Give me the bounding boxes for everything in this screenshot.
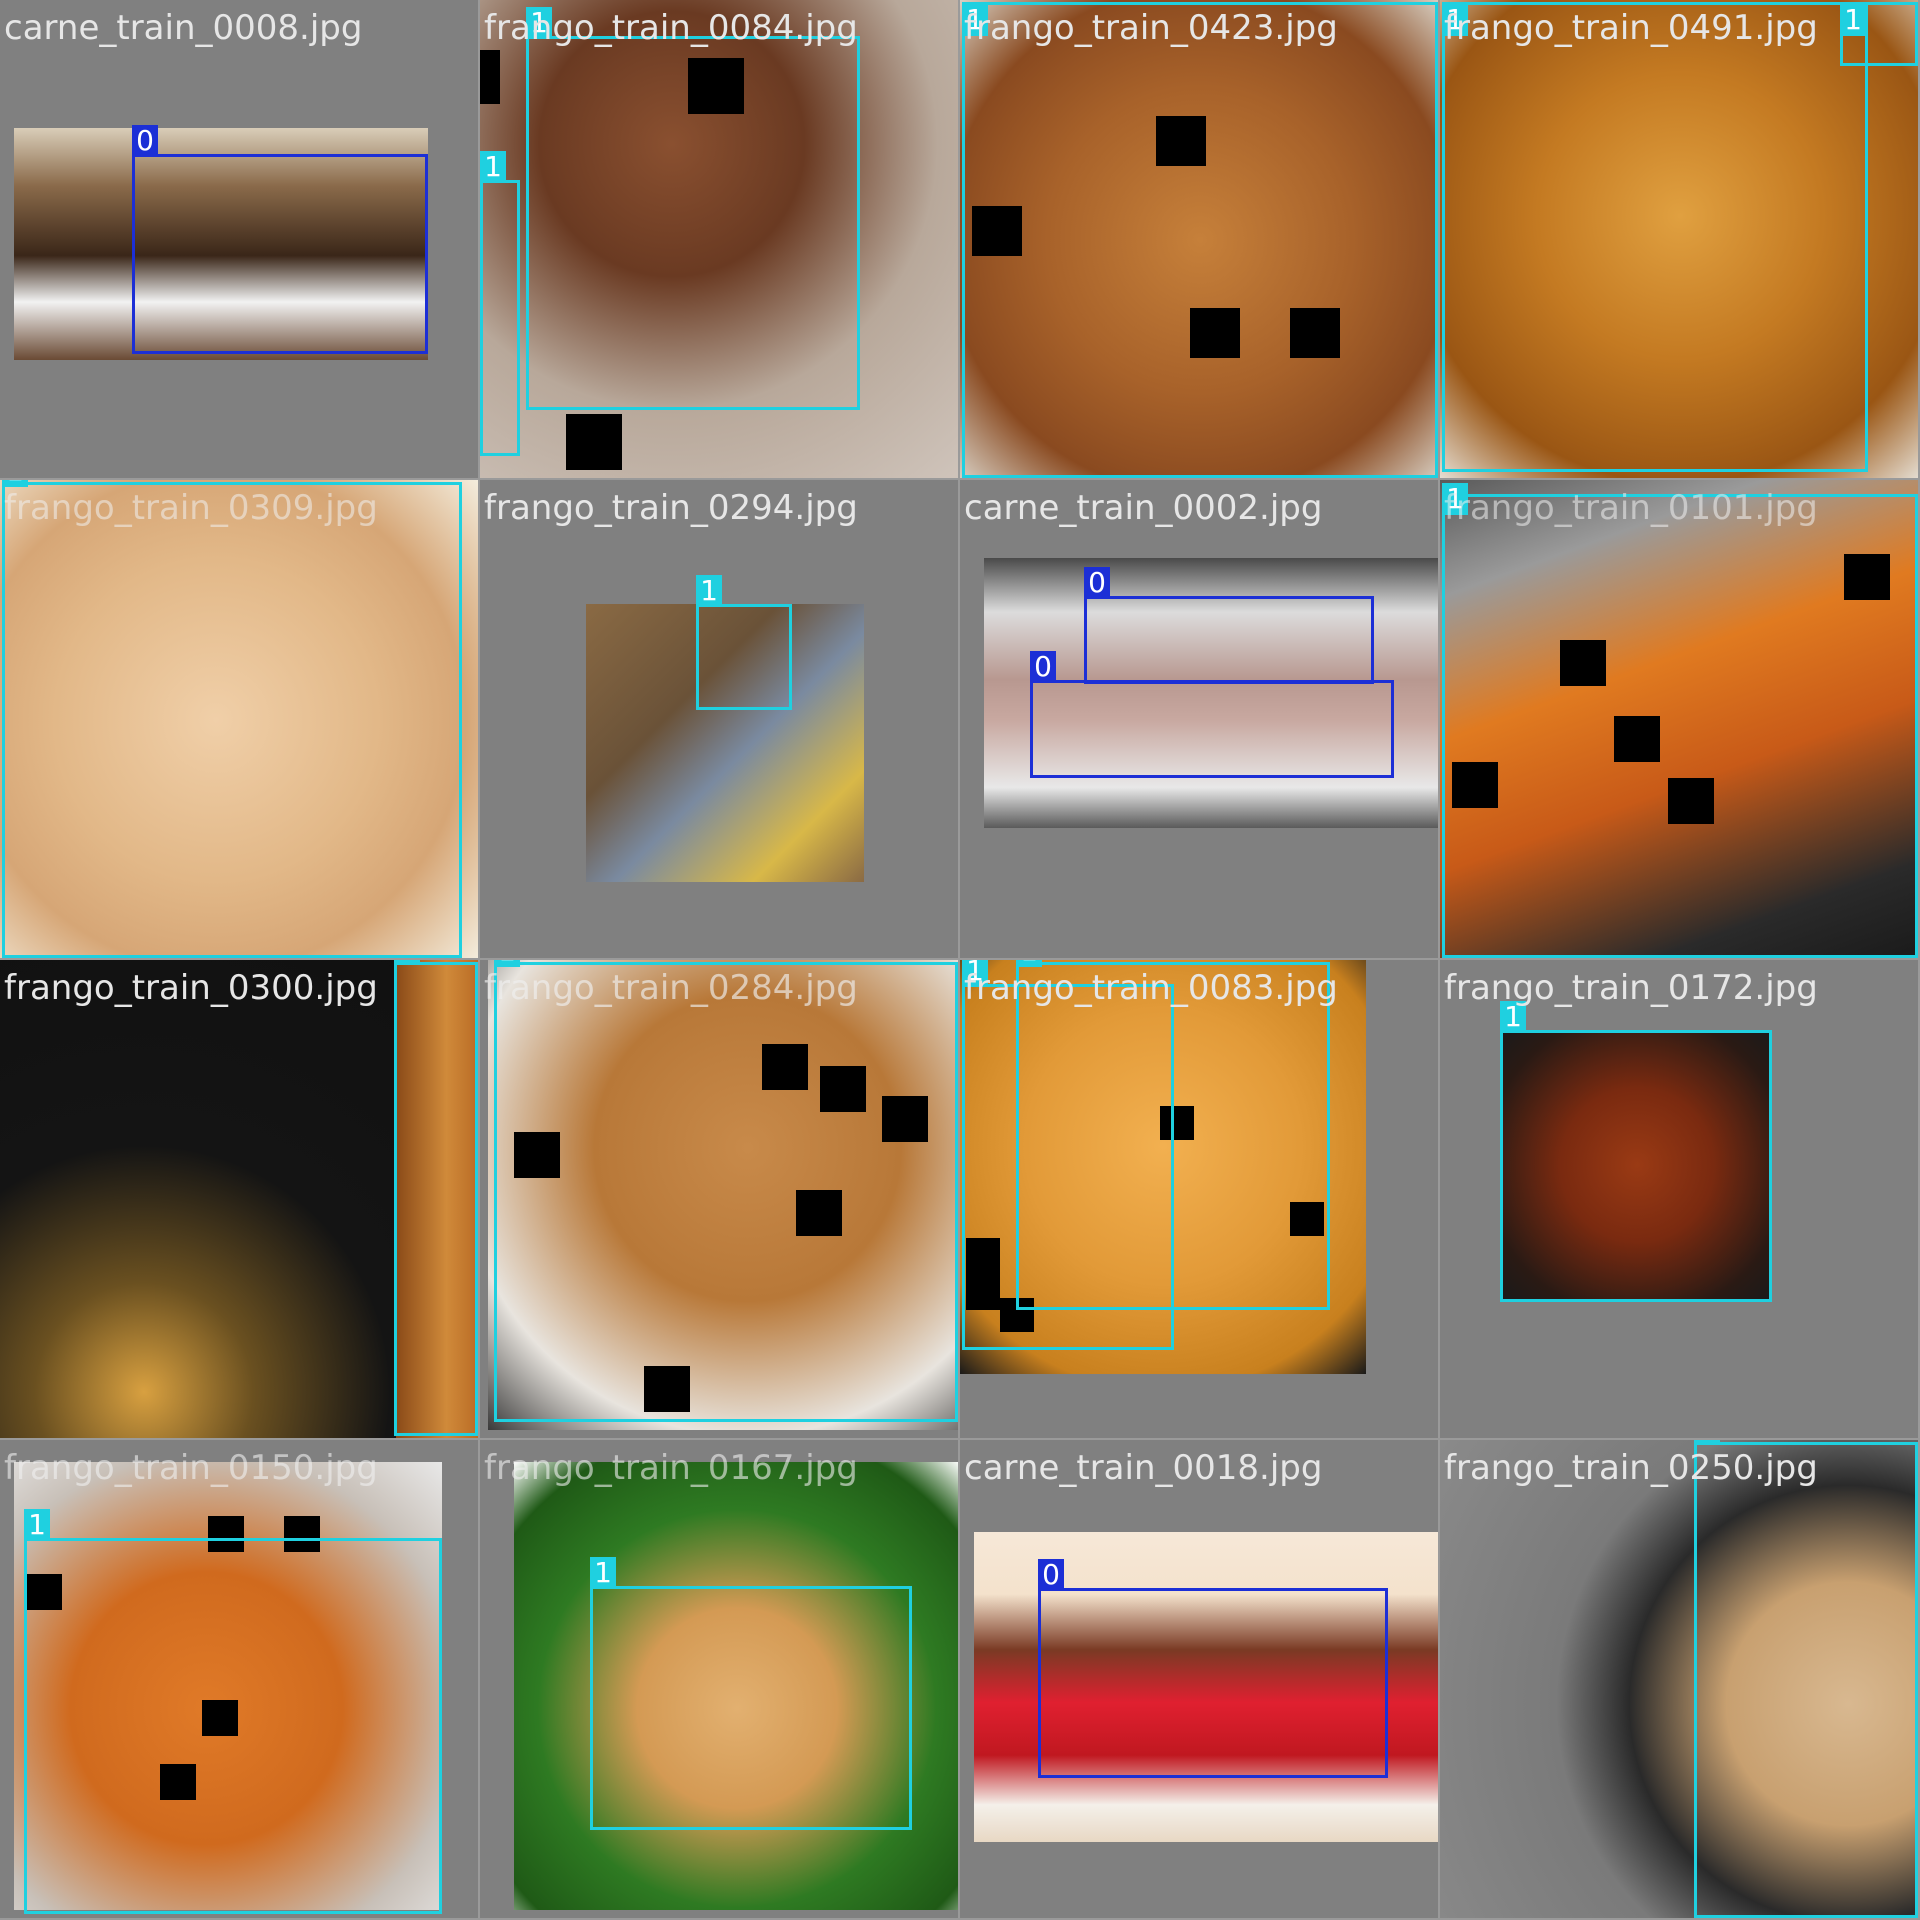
bbox-class-0: 0 [132, 125, 428, 354]
mosaic-tile: 1 frango_train_0172.jpg [1440, 960, 1920, 1440]
bbox-label: 0 [1038, 1559, 1064, 1591]
image-filename: frango_train_0250.jpg [1444, 1448, 1818, 1488]
bbox-class-1: 1 [480, 151, 520, 456]
bbox-class-1: 1 [1694, 1440, 1918, 1918]
bbox-label: 0 [1030, 651, 1056, 683]
bbox-label: 1 [24, 1509, 50, 1541]
bbox-class-1: 1 [494, 960, 958, 1422]
bbox-class-1: 1 [1442, 2, 1868, 472]
image-filename: frango_train_0150.jpg [4, 1448, 378, 1488]
bbox-class-0: 0 [1030, 651, 1394, 778]
image-filename: frango_train_0300.jpg [4, 968, 378, 1008]
mosaic-tile: 1 frango_train_0101.jpg [1440, 480, 1920, 960]
image-filename: frango_train_0172.jpg [1444, 968, 1818, 1008]
bbox-label: 1 [494, 960, 520, 967]
bbox-class-1: 1 [394, 960, 478, 1436]
bbox-class-1: 1 [696, 575, 792, 710]
bbox-class-1: 1 [1840, 2, 1918, 66]
bbox-class-1: 1 [962, 2, 1438, 478]
mosaic-tile: 1 frango_train_0423.jpg [960, 0, 1440, 480]
bbox-label: 0 [132, 125, 158, 157]
image-filename: frango_train_0084.jpg [484, 8, 858, 48]
occlusion-patch [566, 414, 622, 470]
bbox-class-1: 1 [962, 960, 1174, 1350]
image-filename: carne_train_0002.jpg [964, 488, 1323, 528]
image-filename: carne_train_0018.jpg [964, 1448, 1323, 1488]
mosaic-tile: 0 carne_train_0008.jpg [0, 0, 480, 480]
training-batch-mosaic: 0 carne_train_0008.jpg 1 1 frango_train_… [0, 0, 1920, 1920]
bbox-class-0: 0 [1038, 1559, 1388, 1778]
mosaic-tile: 1 1 frango_train_0491.jpg [1440, 0, 1920, 480]
mosaic-tile: 1 frango_train_0167.jpg [480, 1440, 960, 1920]
bbox-label: 1 [1840, 4, 1866, 36]
mosaic-tile: 1 frango_train_0150.jpg [0, 1440, 480, 1920]
bbox-label: 0 [1084, 567, 1110, 599]
image-filename: frango_train_0423.jpg [964, 8, 1338, 48]
mosaic-tile: 0 carne_train_0018.jpg [960, 1440, 1440, 1920]
bbox-label: 1 [1694, 1440, 1720, 1445]
bbox-class-1: 1 [24, 1509, 442, 1914]
bbox-class-0: 0 [1084, 567, 1374, 684]
bbox-class-1: 1 [1500, 1001, 1772, 1302]
mosaic-tile: 1 frango_train_0250.jpg [1440, 1440, 1920, 1920]
mosaic-tile: 1 frango_train_0294.jpg [480, 480, 960, 960]
bbox-label: 1 [696, 575, 722, 607]
mosaic-tile: 1 1 frango_train_0084.jpg [480, 0, 960, 480]
mosaic-tile: 1 1 frango_train_0083.jpg [960, 960, 1440, 1440]
occlusion-patch [480, 50, 500, 104]
image-filename: frango_train_0294.jpg [484, 488, 858, 528]
bbox-label: 1 [1016, 960, 1042, 967]
bbox-label: 1 [2, 480, 28, 487]
image-filename: frango_train_0284.jpg [484, 968, 858, 1008]
image-filename: frango_train_0101.jpg [1444, 488, 1818, 528]
image-filename: frango_train_0083.jpg [964, 968, 1338, 1008]
image-filename: frango_train_0309.jpg [4, 488, 378, 528]
mosaic-tile: 1 frango_train_0309.jpg [0, 480, 480, 960]
bbox-class-1: 1 [526, 7, 860, 410]
image-filename: carne_train_0008.jpg [4, 8, 363, 48]
bbox-class-1: 1 [1442, 483, 1918, 958]
bbox-class-1: 1 [590, 1557, 912, 1830]
mosaic-tile: 1 frango_train_0300.jpg [0, 960, 480, 1440]
mosaic-tile: 1 frango_train_0284.jpg [480, 960, 960, 1440]
mosaic-tile: 0 0 carne_train_0002.jpg [960, 480, 1440, 960]
bbox-class-1: 1 [2, 480, 462, 958]
image-filename: frango_train_0491.jpg [1444, 8, 1818, 48]
bbox-label: 1 [590, 1557, 616, 1589]
bbox-label: 1 [394, 960, 420, 965]
bbox-label: 1 [480, 151, 506, 183]
image-filename: frango_train_0167.jpg [484, 1448, 858, 1488]
